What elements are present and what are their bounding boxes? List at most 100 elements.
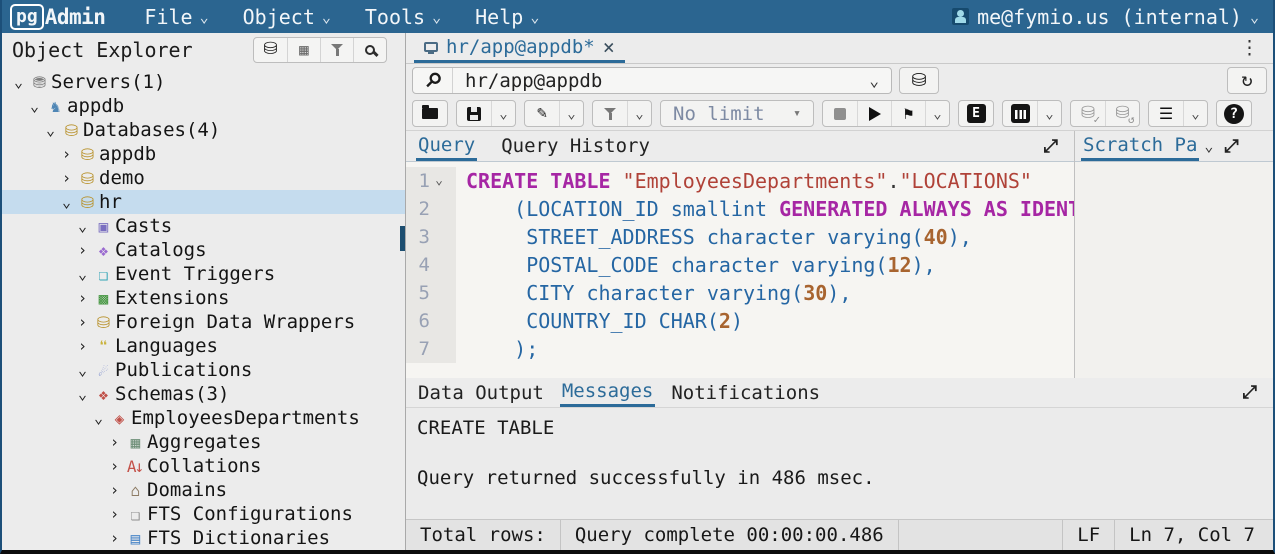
chevron-right-icon[interactable]: › <box>58 169 75 187</box>
chevron-down-icon[interactable]: ⌄ <box>74 385 91 403</box>
menu-help[interactable]: Help ⌄ <box>458 0 556 33</box>
tab-data-output[interactable]: Data Output <box>416 378 546 407</box>
tree-item-fts-dictionaries[interactable]: ›▤FTS Dictionaries <box>2 526 405 550</box>
tree-item-extensions[interactable]: ›▩Extensions <box>2 286 405 310</box>
chevron-down-icon[interactable]: ⌄ <box>74 217 91 235</box>
tree-item-server-appdb[interactable]: ⌄♞appdb <box>2 94 405 118</box>
commit-button[interactable]: ⛁✓ <box>1071 101 1105 126</box>
chevron-right-icon[interactable]: › <box>74 289 91 307</box>
code-line[interactable]: CREATE TABLE "EmployeesDepartments"."LOC… <box>456 167 1032 195</box>
tree-item-casts[interactable]: ⌄▣Casts <box>2 214 405 238</box>
save-file-button[interactable] <box>457 101 491 126</box>
tree-item-database-hr[interactable]: ⌄⛁hr <box>2 190 405 214</box>
kebab-menu-button[interactable]: ⋮ <box>1226 33 1273 63</box>
chevron-down-icon[interactable]: ⌄ <box>74 361 91 379</box>
chevron-down-icon[interactable]: ⌄ <box>26 97 43 115</box>
sidebar-scrollbar-thumb[interactable] <box>400 226 405 251</box>
maximize-output-button[interactable]: ⤢ <box>1237 378 1263 407</box>
quick-search-database-button[interactable]: ⛁ <box>254 38 287 62</box>
code-line[interactable]: STREET_ADDRESS character varying(40), <box>456 223 972 251</box>
tab-query-history[interactable]: Query History <box>499 131 652 161</box>
open-file-button[interactable] <box>413 101 447 126</box>
filter-button[interactable] <box>320 38 353 62</box>
fold-arrow-icon[interactable]: ⌄ <box>430 167 448 195</box>
macros-button[interactable]: ☰ <box>1149 101 1183 126</box>
tree-item-event-triggers[interactable]: ⌄❏Event Triggers <box>2 262 405 286</box>
tree-item-domains[interactable]: ›⌂Domains <box>2 478 405 502</box>
chevron-right-icon[interactable]: › <box>74 313 91 331</box>
close-icon[interactable]: × <box>603 37 615 57</box>
edit-options-button[interactable]: ⌄ <box>559 101 583 126</box>
scratch-pad-menu-button[interactable]: ⌄ <box>1199 131 1218 161</box>
tree-item-database-appdb[interactable]: ›⛁appdb <box>2 142 405 166</box>
tree-item-aggregates[interactable]: ›▦Aggregates <box>2 430 405 454</box>
explain-analyze-button[interactable] <box>1003 101 1037 126</box>
filter-rows-button[interactable] <box>593 101 627 126</box>
chevron-right-icon[interactable]: › <box>58 145 75 163</box>
search-button[interactable] <box>353 38 386 62</box>
macros-options-button[interactable]: ⌄ <box>1183 101 1207 126</box>
execute-options-button[interactable]: ⌄ <box>925 101 949 126</box>
chevron-down-icon[interactable]: ⌄ <box>10 73 27 91</box>
code-line[interactable]: CITY character varying(30), <box>456 279 851 307</box>
monitor-icon <box>424 42 438 52</box>
code-line[interactable]: ); <box>456 335 538 363</box>
tree-item-catalogs[interactable]: ›❖Catalogs <box>2 238 405 262</box>
code-line[interactable]: POSTAL_CODE character varying(12), <box>456 251 936 279</box>
menu-file[interactable]: File ⌄ <box>127 0 225 33</box>
tree-item-collations[interactable]: ›A↓Collations <box>2 454 405 478</box>
maximize-editor-button[interactable]: ⤢ <box>1038 131 1064 161</box>
save-options-button[interactable]: ⌄ <box>491 101 515 126</box>
row-limit-select[interactable]: No limit ▾ <box>661 101 813 126</box>
chevron-down-icon[interactable]: ⌄ <box>42 121 59 139</box>
tab-notifications[interactable]: Notifications <box>669 378 822 407</box>
tree-item-servers[interactable]: ⌄⛃Servers(1) <box>2 70 405 94</box>
chevron-down-icon[interactable]: ⌄ <box>58 193 75 211</box>
chevron-right-icon[interactable]: › <box>106 433 123 451</box>
chevron-down-icon[interactable]: ⌄ <box>90 409 107 427</box>
help-button[interactable]: ? <box>1217 101 1251 126</box>
tree-item-database-demo[interactable]: ›⛁demo <box>2 166 405 190</box>
plug-icon: ⚲ <box>421 69 444 92</box>
tree-item-databases[interactable]: ⌄⛁Databases(4) <box>2 118 405 142</box>
menu-tools[interactable]: Tools ⌄ <box>348 0 458 33</box>
tree-item-publications[interactable]: ⌄☄Publications <box>2 358 405 382</box>
chevron-right-icon[interactable]: › <box>106 529 123 547</box>
user-menu[interactable]: me@fymio.us (internal) ⌄ <box>952 5 1273 29</box>
tree-item-schemas[interactable]: ⌄❖Schemas(3) <box>2 382 405 406</box>
chevron-right-icon[interactable]: › <box>74 241 91 259</box>
tree-item-foreign-data-wrappers[interactable]: ›⛁Foreign Data Wrappers <box>2 310 405 334</box>
explain-button[interactable]: E <box>959 101 993 126</box>
menu-object[interactable]: Object ⌄ <box>226 0 348 33</box>
tab-query[interactable]: Query <box>416 131 477 161</box>
scratch-pad-input[interactable] <box>1075 162 1273 378</box>
view-data-button[interactable]: ▦ <box>287 38 320 62</box>
collations-icon: A↓ <box>123 457 146 476</box>
query-editor-column: Query Query History ⤢ 1⌄CREATE TABLE "Em… <box>406 131 1074 378</box>
query-tool-tab[interactable]: hr/app@appdb* × <box>414 33 625 63</box>
chevron-right-icon[interactable]: › <box>106 505 123 523</box>
connection-dropdown[interactable]: ⚲ hr/app@appdb ⌄ <box>412 67 892 94</box>
tab-scratch-pad[interactable]: Scratch Pa <box>1081 131 1199 161</box>
filter-options-button[interactable]: ⌄ <box>627 101 651 126</box>
chevron-down-icon[interactable]: ⌄ <box>74 265 91 283</box>
sql-editor[interactable]: 1⌄CREATE TABLE "EmployeesDepartments"."L… <box>406 162 1074 378</box>
chevron-right-icon[interactable]: › <box>106 457 123 475</box>
tree-item-fts-configurations[interactable]: ›❏FTS Configurations <box>2 502 405 526</box>
cancel-query-button[interactable] <box>823 101 857 126</box>
edit-button[interactable]: ✎ <box>525 101 559 126</box>
tab-messages[interactable]: Messages <box>560 378 656 407</box>
execute-query-button[interactable] <box>857 101 891 126</box>
chevron-right-icon[interactable]: › <box>74 337 91 355</box>
explain-options-button[interactable]: ⌄ <box>1037 101 1061 126</box>
rollback-button[interactable]: ⛁↺ <box>1105 101 1139 126</box>
chevron-right-icon[interactable]: › <box>106 481 123 499</box>
tree-item-schema-employeesdepartments[interactable]: ⌄◈EmployeesDepartments <box>2 406 405 430</box>
reset-layout-button[interactable]: ↻ <box>1227 67 1267 94</box>
maximize-scratch-pad-button[interactable]: ⤢ <box>1218 131 1244 161</box>
execute-options-flag-button[interactable]: ⚑ <box>891 101 925 126</box>
new-connection-button[interactable]: ⛁ <box>899 67 939 94</box>
code-line[interactable]: (LOCATION_ID smallint GENERATED ALWAYS A… <box>456 195 1074 223</box>
tree-item-languages[interactable]: ›❝Languages <box>2 334 405 358</box>
code-line[interactable]: COUNTRY_ID CHAR(2) <box>456 307 743 335</box>
